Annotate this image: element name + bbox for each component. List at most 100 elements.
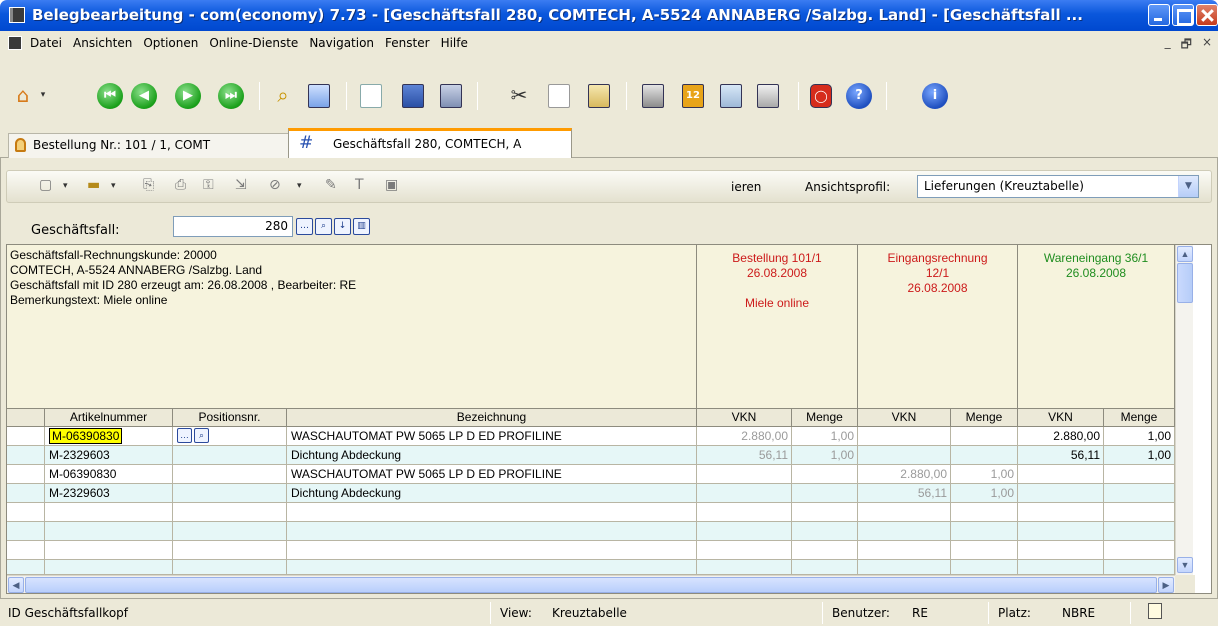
artikel-cell[interactable]: M-06390830 — [49, 428, 123, 444]
scroll-down-icon[interactable]: ▼ — [1177, 557, 1193, 573]
menu-hilfe[interactable]: Hilfe — [441, 36, 468, 50]
column-header-bezeichnung[interactable]: Bezeichnung — [287, 408, 697, 427]
title-bar[interactable]: Belegbearbeitung - com(economy) 7.73 - [… — [0, 0, 1218, 31]
delete-icon[interactable] — [440, 84, 462, 108]
menge-cell[interactable] — [1104, 484, 1175, 503]
close-button[interactable] — [1196, 4, 1218, 26]
transfer-icon[interactable]: ⇲ — [235, 177, 247, 193]
search-icon[interactable]: ⌕ — [194, 428, 209, 443]
menge-cell[interactable]: 1,00 — [1104, 427, 1175, 446]
vertical-scrollbar[interactable]: ▲ ▼ — [1175, 245, 1193, 591]
menu-optionen[interactable]: Optionen — [143, 36, 198, 50]
vkn-cell[interactable] — [1018, 484, 1104, 503]
home-icon[interactable]: ⌂ — [8, 80, 38, 110]
phone-icon[interactable] — [757, 84, 779, 108]
menge-cell[interactable] — [792, 465, 858, 484]
column-header-positionsnr[interactable]: Positionsnr. — [173, 408, 287, 427]
form-icon[interactable]: ▣ — [385, 177, 398, 193]
column-header-menge[interactable]: Menge — [792, 408, 858, 427]
menge-cell[interactable]: 1,00 — [792, 427, 858, 446]
column-header-menge[interactable]: Menge — [1104, 408, 1175, 427]
last-record-icon[interactable]: ⏭ — [218, 83, 244, 109]
column-header-menge[interactable]: Menge — [951, 408, 1018, 427]
column-header-vkn[interactable]: VKN — [858, 408, 951, 427]
column-header-artikelnummer[interactable]: Artikelnummer — [45, 408, 173, 427]
menge-cell[interactable]: 1,00 — [1104, 446, 1175, 465]
notes-icon[interactable] — [1148, 603, 1162, 619]
artikel-cell[interactable]: M-06390830 — [45, 465, 173, 484]
vkn-cell[interactable]: 56,11 — [697, 446, 792, 465]
vkn-cell[interactable]: 2.880,00 — [858, 465, 951, 484]
open-folder-icon[interactable]: ▬ — [87, 177, 100, 193]
info-icon[interactable]: i — [922, 83, 948, 109]
vkn-cell[interactable] — [858, 446, 951, 465]
vkn-cell[interactable] — [1018, 465, 1104, 484]
new-dropdown-icon[interactable]: ▾ — [63, 181, 68, 191]
artikel-cell[interactable]: M-2329603 — [45, 484, 173, 503]
scroll-up-icon[interactable]: ▲ — [1177, 246, 1193, 262]
tab-geschaeftsfall[interactable]: # Geschäftsfall 280, COMTECH, A — [288, 128, 572, 159]
lookup-icon[interactable]: … — [177, 428, 192, 443]
bezeichnung-cell[interactable]: WASCHAUTOMAT PW 5065 LP D ED PROFILINE — [287, 465, 697, 484]
menu-fenster[interactable]: Fenster — [385, 36, 430, 50]
previous-record-icon[interactable]: ◀ — [131, 83, 157, 109]
vkn-cell[interactable]: 2.880,00 — [697, 427, 792, 446]
menge-cell[interactable] — [951, 427, 1018, 446]
print-icon[interactable]: ⎙ — [175, 177, 186, 193]
doc-header-bestellung[interactable]: Bestellung 101/1 26.08.2008 Miele online — [697, 245, 858, 408]
next-record-icon[interactable]: ▶ — [175, 83, 201, 109]
menge-cell[interactable] — [1104, 465, 1175, 484]
vkn-cell[interactable] — [697, 465, 792, 484]
column-header-vkn[interactable]: VKN — [697, 408, 792, 427]
mdi-close-button[interactable]: × — [1202, 35, 1212, 56]
mdi-minimize-button[interactable]: _ — [1165, 35, 1171, 56]
table-row[interactable]: M-06390830 WASCHAUTOMAT PW 5065 LP D ED … — [7, 465, 1175, 484]
app-icon[interactable] — [9, 7, 25, 23]
new-icon[interactable]: ▢ — [39, 177, 52, 193]
document-menu-icon[interactable] — [8, 36, 22, 50]
text-icon[interactable]: T — [355, 177, 364, 193]
calendar-icon[interactable]: 12 — [682, 84, 704, 108]
table-row-empty[interactable] — [7, 503, 1175, 522]
menu-online-dienste[interactable]: Online-Dienste — [209, 36, 298, 50]
home-dropdown-icon[interactable]: ▾ — [36, 80, 50, 110]
maximize-button[interactable] — [1172, 4, 1194, 26]
column-header-vkn[interactable]: VKN — [1018, 408, 1104, 427]
lock-icon[interactable]: ⚿ — [203, 177, 214, 193]
scroll-left-icon[interactable]: ◀ — [8, 577, 24, 593]
chevron-down-icon[interactable]: ▼ — [1178, 176, 1198, 197]
toolbar-truncated-label[interactable]: ieren — [731, 180, 761, 194]
edit-icon[interactable]: ✎ — [325, 177, 337, 193]
first-record-icon[interactable]: ⏮ — [97, 83, 123, 109]
menge-cell[interactable]: 1,00 — [951, 484, 1018, 503]
history-dropdown-icon[interactable]: ▾ — [297, 181, 302, 191]
save-icon[interactable] — [402, 84, 424, 108]
vertical-scroll-thumb[interactable] — [1177, 263, 1193, 303]
table-row[interactable]: M-2329603 Dichtung Abdeckung 56,11 1,00 … — [7, 446, 1175, 465]
search-icon[interactable]: ⌕ — [315, 218, 332, 235]
bezeichnung-cell[interactable]: WASCHAUTOMAT PW 5065 LP D ED PROFILINE — [287, 427, 697, 446]
lookup-icon[interactable]: … — [296, 218, 313, 235]
menu-ansichten[interactable]: Ansichten — [73, 36, 132, 50]
artikel-cell[interactable]: M-2329603 — [45, 446, 173, 465]
tab-bestellung[interactable]: Bestellung Nr.: 101 / 1, COMT — [8, 133, 290, 158]
table-row[interactable]: M-2329603 Dichtung Abdeckung 56,11 1,00 — [7, 484, 1175, 503]
search-icon[interactable]: ⌕ — [268, 80, 298, 110]
table-row-empty[interactable] — [7, 541, 1175, 560]
menge-cell[interactable]: 1,00 — [951, 465, 1018, 484]
new-document-icon[interactable] — [360, 84, 382, 108]
copy-icon[interactable] — [548, 84, 570, 108]
vkn-cell[interactable] — [697, 484, 792, 503]
menge-cell[interactable]: 1,00 — [792, 446, 858, 465]
bezeichnung-cell[interactable]: Dichtung Abdeckung — [287, 446, 697, 465]
stop-icon[interactable]: ◯ — [810, 84, 832, 108]
menge-cell[interactable] — [951, 446, 1018, 465]
table-row-empty[interactable] — [7, 560, 1175, 579]
preview-icon[interactable] — [308, 84, 330, 108]
horizontal-scrollbar[interactable]: ◀ ▶ — [7, 575, 1175, 593]
print-icon[interactable] — [642, 84, 664, 108]
menge-cell[interactable] — [792, 484, 858, 503]
chart-icon[interactable]: ▥ — [353, 218, 370, 235]
doc-header-eingangsrechnung[interactable]: Eingangsrechnung 12/1 26.08.2008 — [858, 245, 1018, 408]
mdi-restore-button[interactable]: 🗗 — [1181, 35, 1192, 56]
